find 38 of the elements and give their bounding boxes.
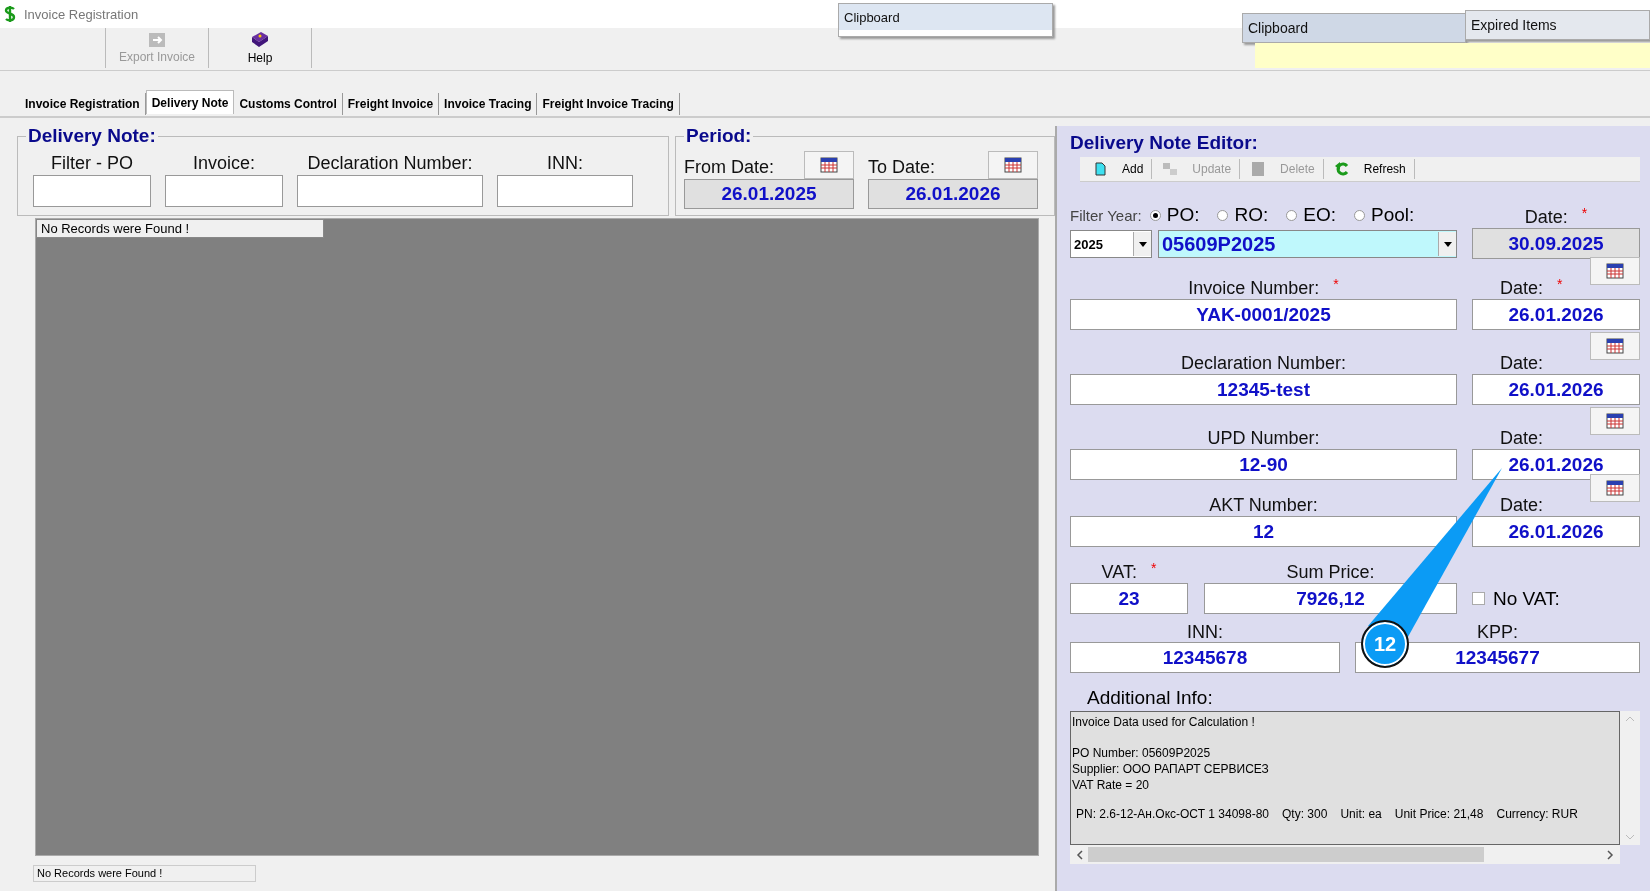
field-label: AKT Number:	[1209, 495, 1318, 516]
field-label: UPD Number:	[1207, 428, 1320, 449]
field-label: Declaration Number:	[1180, 353, 1347, 374]
field-label: INN:	[1186, 622, 1224, 642]
field-label: Filter Year:	[1070, 206, 1142, 224]
window-title: Invoice Registration	[24, 6, 139, 22]
required-mark: *	[1333, 276, 1339, 292]
field-label: Date:	[1500, 495, 1544, 516]
field-label: Date:	[1500, 278, 1544, 299]
field-label: Invoice Number:	[1188, 278, 1320, 299]
field-label: Date:	[1524, 207, 1568, 228]
required-mark: *	[1581, 205, 1588, 221]
info-line: PO Number: 05609P2025	[1072, 745, 1212, 761]
info-line: Supplier: ООО РАПАРТ СЕРВИСЕЗ	[1072, 761, 1270, 777]
field-label: Declaration Number:	[307, 152, 473, 175]
field-label: KPP:	[1476, 622, 1519, 642]
field-label: VAT:	[1101, 562, 1137, 583]
field-label: Date:	[1500, 428, 1544, 449]
field-label: Invoice:	[192, 152, 255, 175]
info-line: Invoice Data used for Calculation !	[1072, 714, 1256, 730]
info-field: Unit: ea	[1340, 807, 1382, 821]
required-mark: *	[1150, 560, 1157, 576]
info-field: Unit Price: 21,48	[1394, 807, 1484, 821]
field-label: Date:	[1500, 353, 1544, 374]
status-message: No Records were Found !	[33, 865, 256, 882]
info-field: PN: 2.6-12-Ан.Окс-ОСТ 1 34098-80	[1076, 807, 1270, 821]
grid-message: No Records were Found !	[36, 219, 324, 238]
info-line: VAT Rate = 20	[1072, 777, 1151, 793]
field-label: From Date:	[684, 156, 775, 179]
panel-title: Delivery Note Editor:	[1070, 132, 1259, 154]
required-mark: *	[1557, 276, 1563, 292]
info-field: Currency: RUR	[1496, 807, 1578, 821]
field-label: INN:	[547, 152, 583, 175]
field-label: Additional Info:	[1087, 687, 1214, 709]
field-label: Sum Price:	[1286, 562, 1375, 583]
field-label: To Date:	[868, 156, 936, 179]
info-field: Qty: 300	[1282, 807, 1328, 821]
field-label: Filter - PO	[51, 152, 133, 175]
